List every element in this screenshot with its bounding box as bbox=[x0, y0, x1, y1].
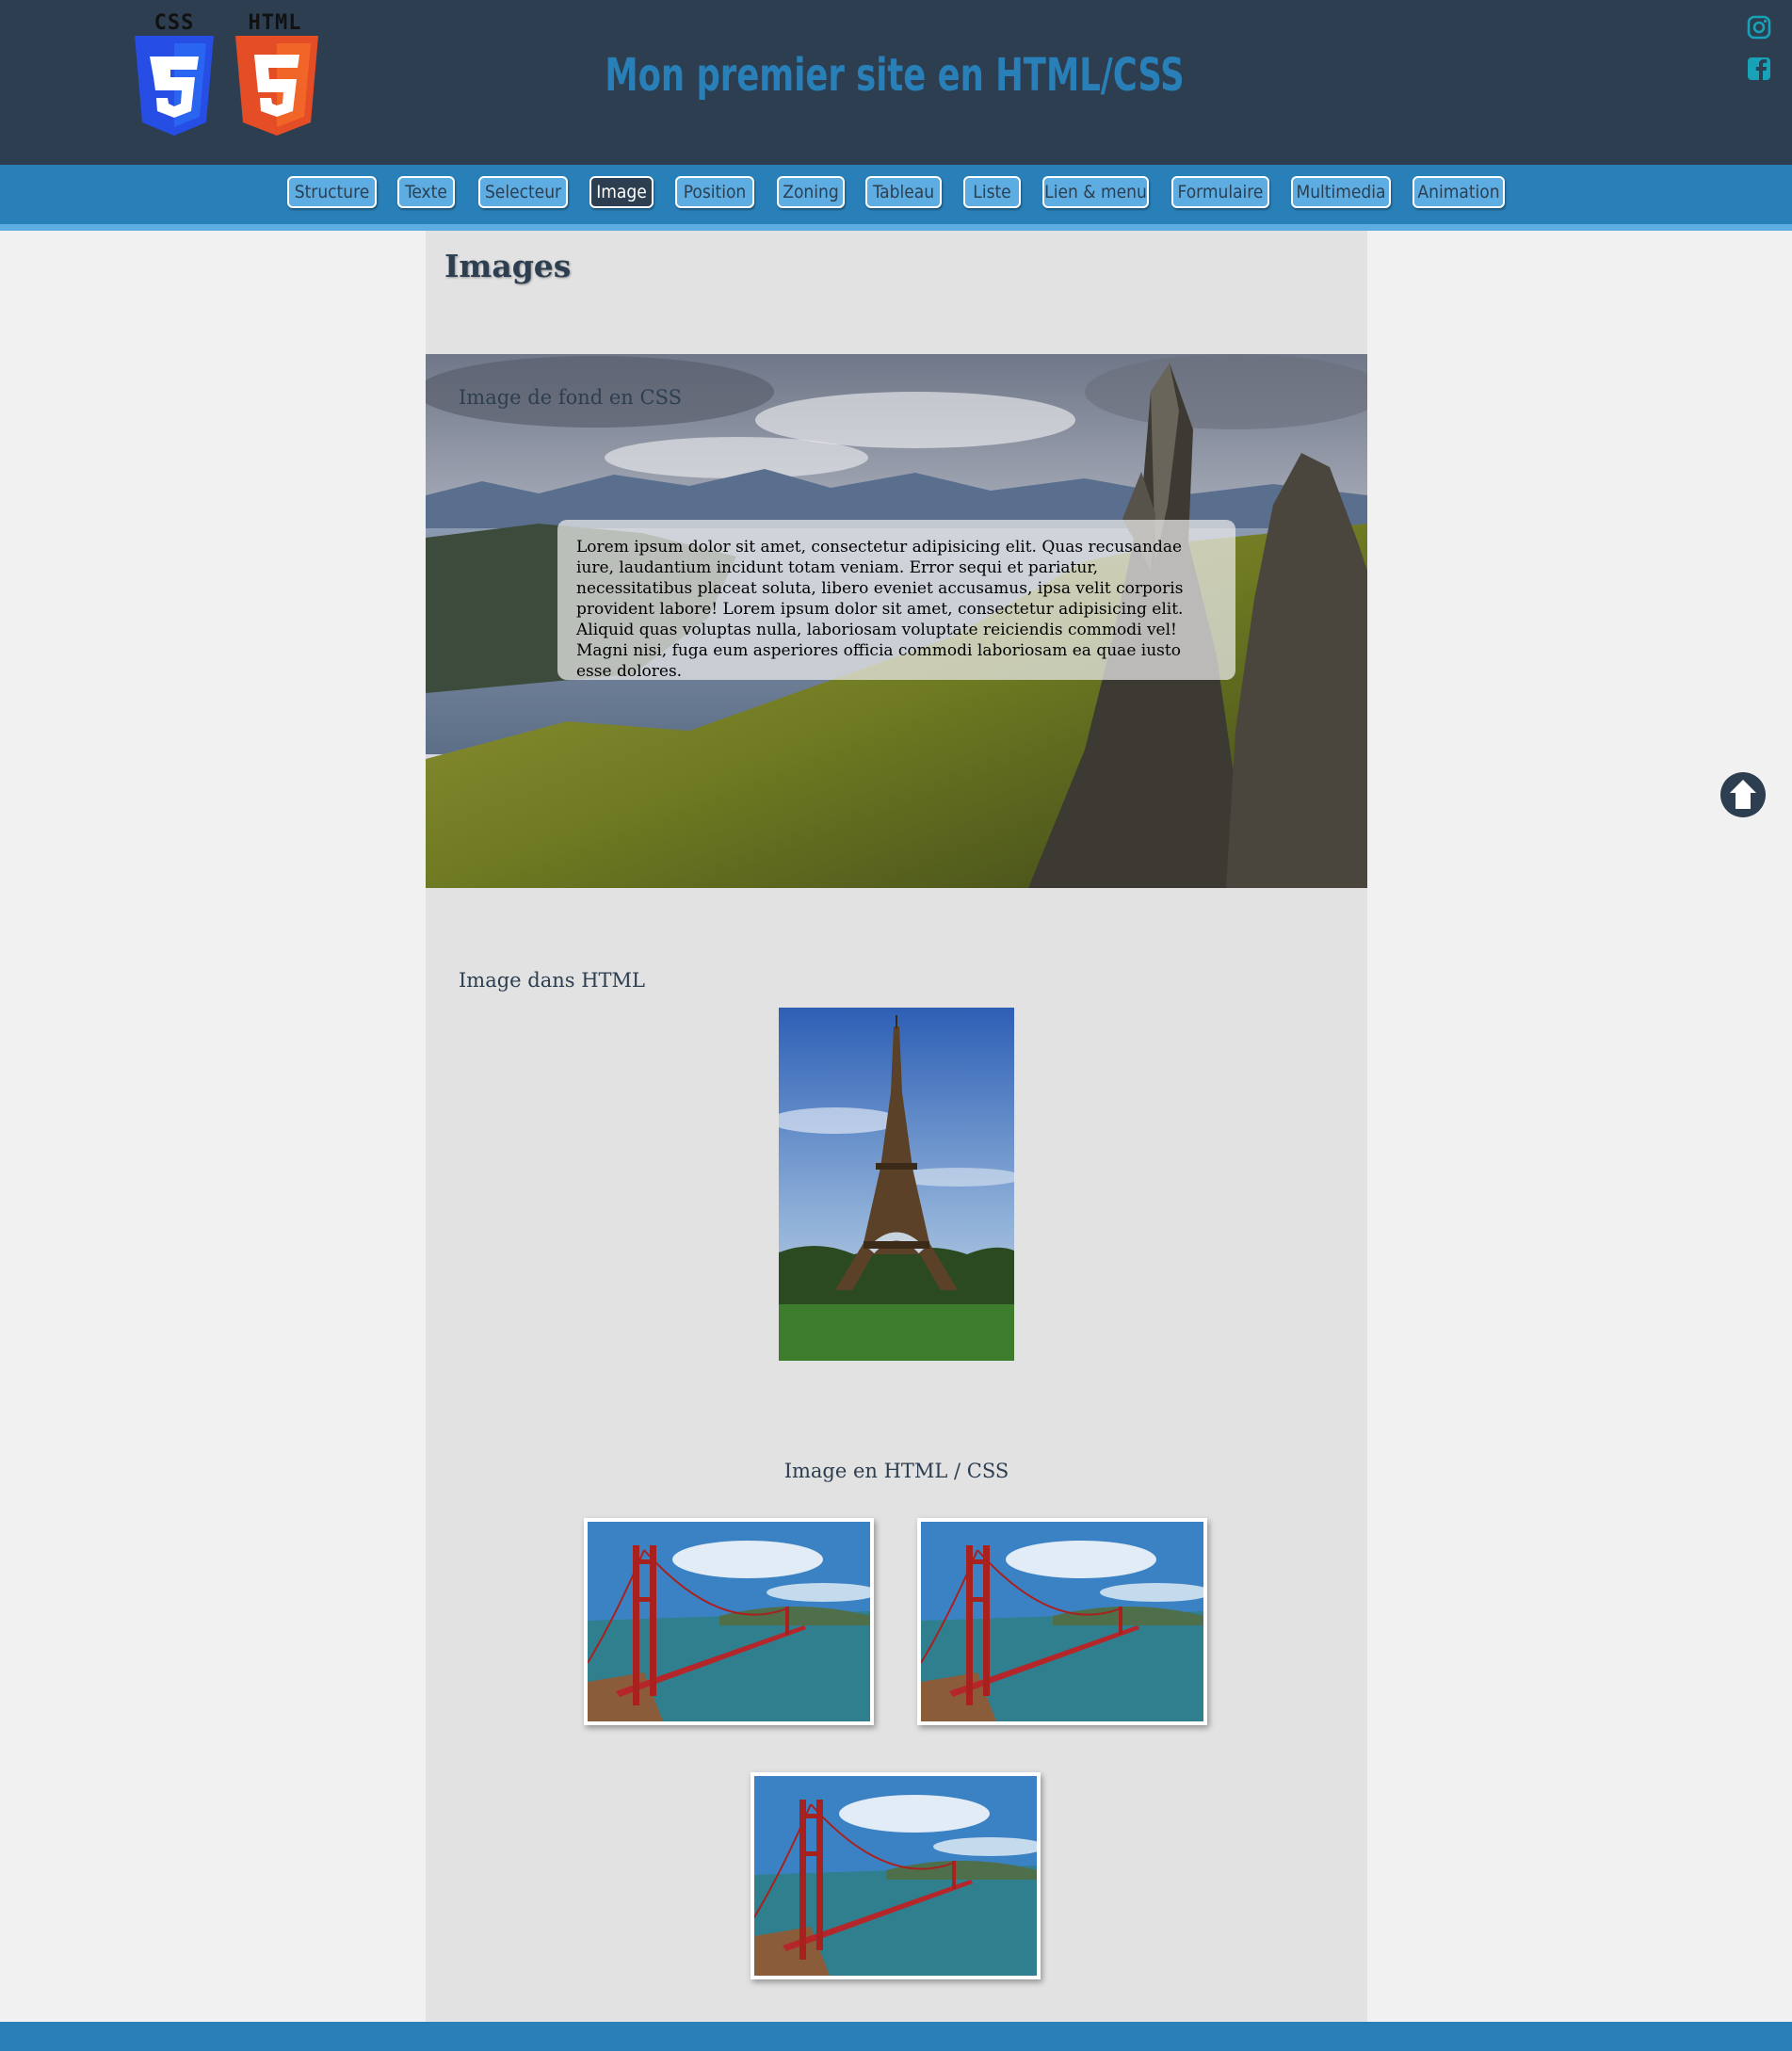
nav-item-texte[interactable]: Texte bbox=[397, 176, 455, 208]
eiffel-tower-photo bbox=[779, 1008, 1014, 1361]
nav-item-liste[interactable]: Liste bbox=[963, 176, 1021, 208]
html5-logo: HTML bbox=[230, 11, 320, 139]
golden-gate-image bbox=[588, 1522, 870, 1721]
background-image-section: Image de fond en CSS Lorem ipsum dolor s… bbox=[426, 354, 1367, 888]
nav-item-formulaire[interactable]: Formulaire bbox=[1171, 176, 1269, 208]
css3-logo: CSS bbox=[129, 11, 219, 139]
lorem-text-box: Lorem ipsum dolor sit amet, consectetur … bbox=[557, 520, 1235, 681]
nav-item-animation[interactable]: Animation bbox=[1413, 176, 1505, 208]
css3-logo-label: CSS bbox=[153, 11, 195, 35]
golden-gate-photo bbox=[751, 1772, 1041, 1979]
site-footer bbox=[0, 2022, 1792, 2051]
main-content: Images Image de fond en CSS Lorem ipsum … bbox=[426, 231, 1367, 2022]
nav-item-selecteur[interactable]: Selecteur bbox=[478, 176, 568, 208]
css3-shield-icon bbox=[135, 36, 214, 136]
html5-logo-label: HTML bbox=[248, 11, 302, 35]
html5-shield-icon bbox=[235, 36, 318, 136]
page-title: Images bbox=[444, 248, 572, 284]
nav-item-structure[interactable]: Structure bbox=[287, 176, 377, 208]
arrow-up-circle-icon[interactable] bbox=[1719, 771, 1767, 818]
golden-gate-photo bbox=[917, 1518, 1207, 1725]
site-title: Mon premier site en HTML/CSS bbox=[605, 49, 1185, 102]
golden-gate-image bbox=[921, 1522, 1203, 1721]
nav-item-position[interactable]: Position bbox=[675, 176, 754, 208]
instagram-icon[interactable] bbox=[1747, 15, 1771, 40]
nav-item-multimedia[interactable]: Multimedia bbox=[1291, 176, 1391, 208]
nav-item-tableau[interactable]: Tableau bbox=[865, 176, 942, 208]
main-nav: Structure Texte Selecteur Image Position… bbox=[0, 165, 1792, 231]
nav-item-lien-menu[interactable]: Lien & menu bbox=[1042, 176, 1149, 208]
nav-item-image[interactable]: Image bbox=[589, 176, 654, 208]
background-image-caption: Image de fond en CSS bbox=[459, 386, 682, 409]
golden-gate-photo bbox=[584, 1518, 874, 1725]
site-header: CSS HTML Mon premier site en HTML/CSS bbox=[0, 0, 1792, 165]
html-image-caption: Image dans HTML bbox=[459, 969, 645, 992]
golden-gate-image bbox=[754, 1776, 1037, 1976]
facebook-icon[interactable] bbox=[1747, 57, 1771, 81]
nav-item-zoning[interactable]: Zoning bbox=[777, 176, 845, 208]
html-css-image-caption: Image en HTML / CSS bbox=[783, 1460, 1009, 1482]
